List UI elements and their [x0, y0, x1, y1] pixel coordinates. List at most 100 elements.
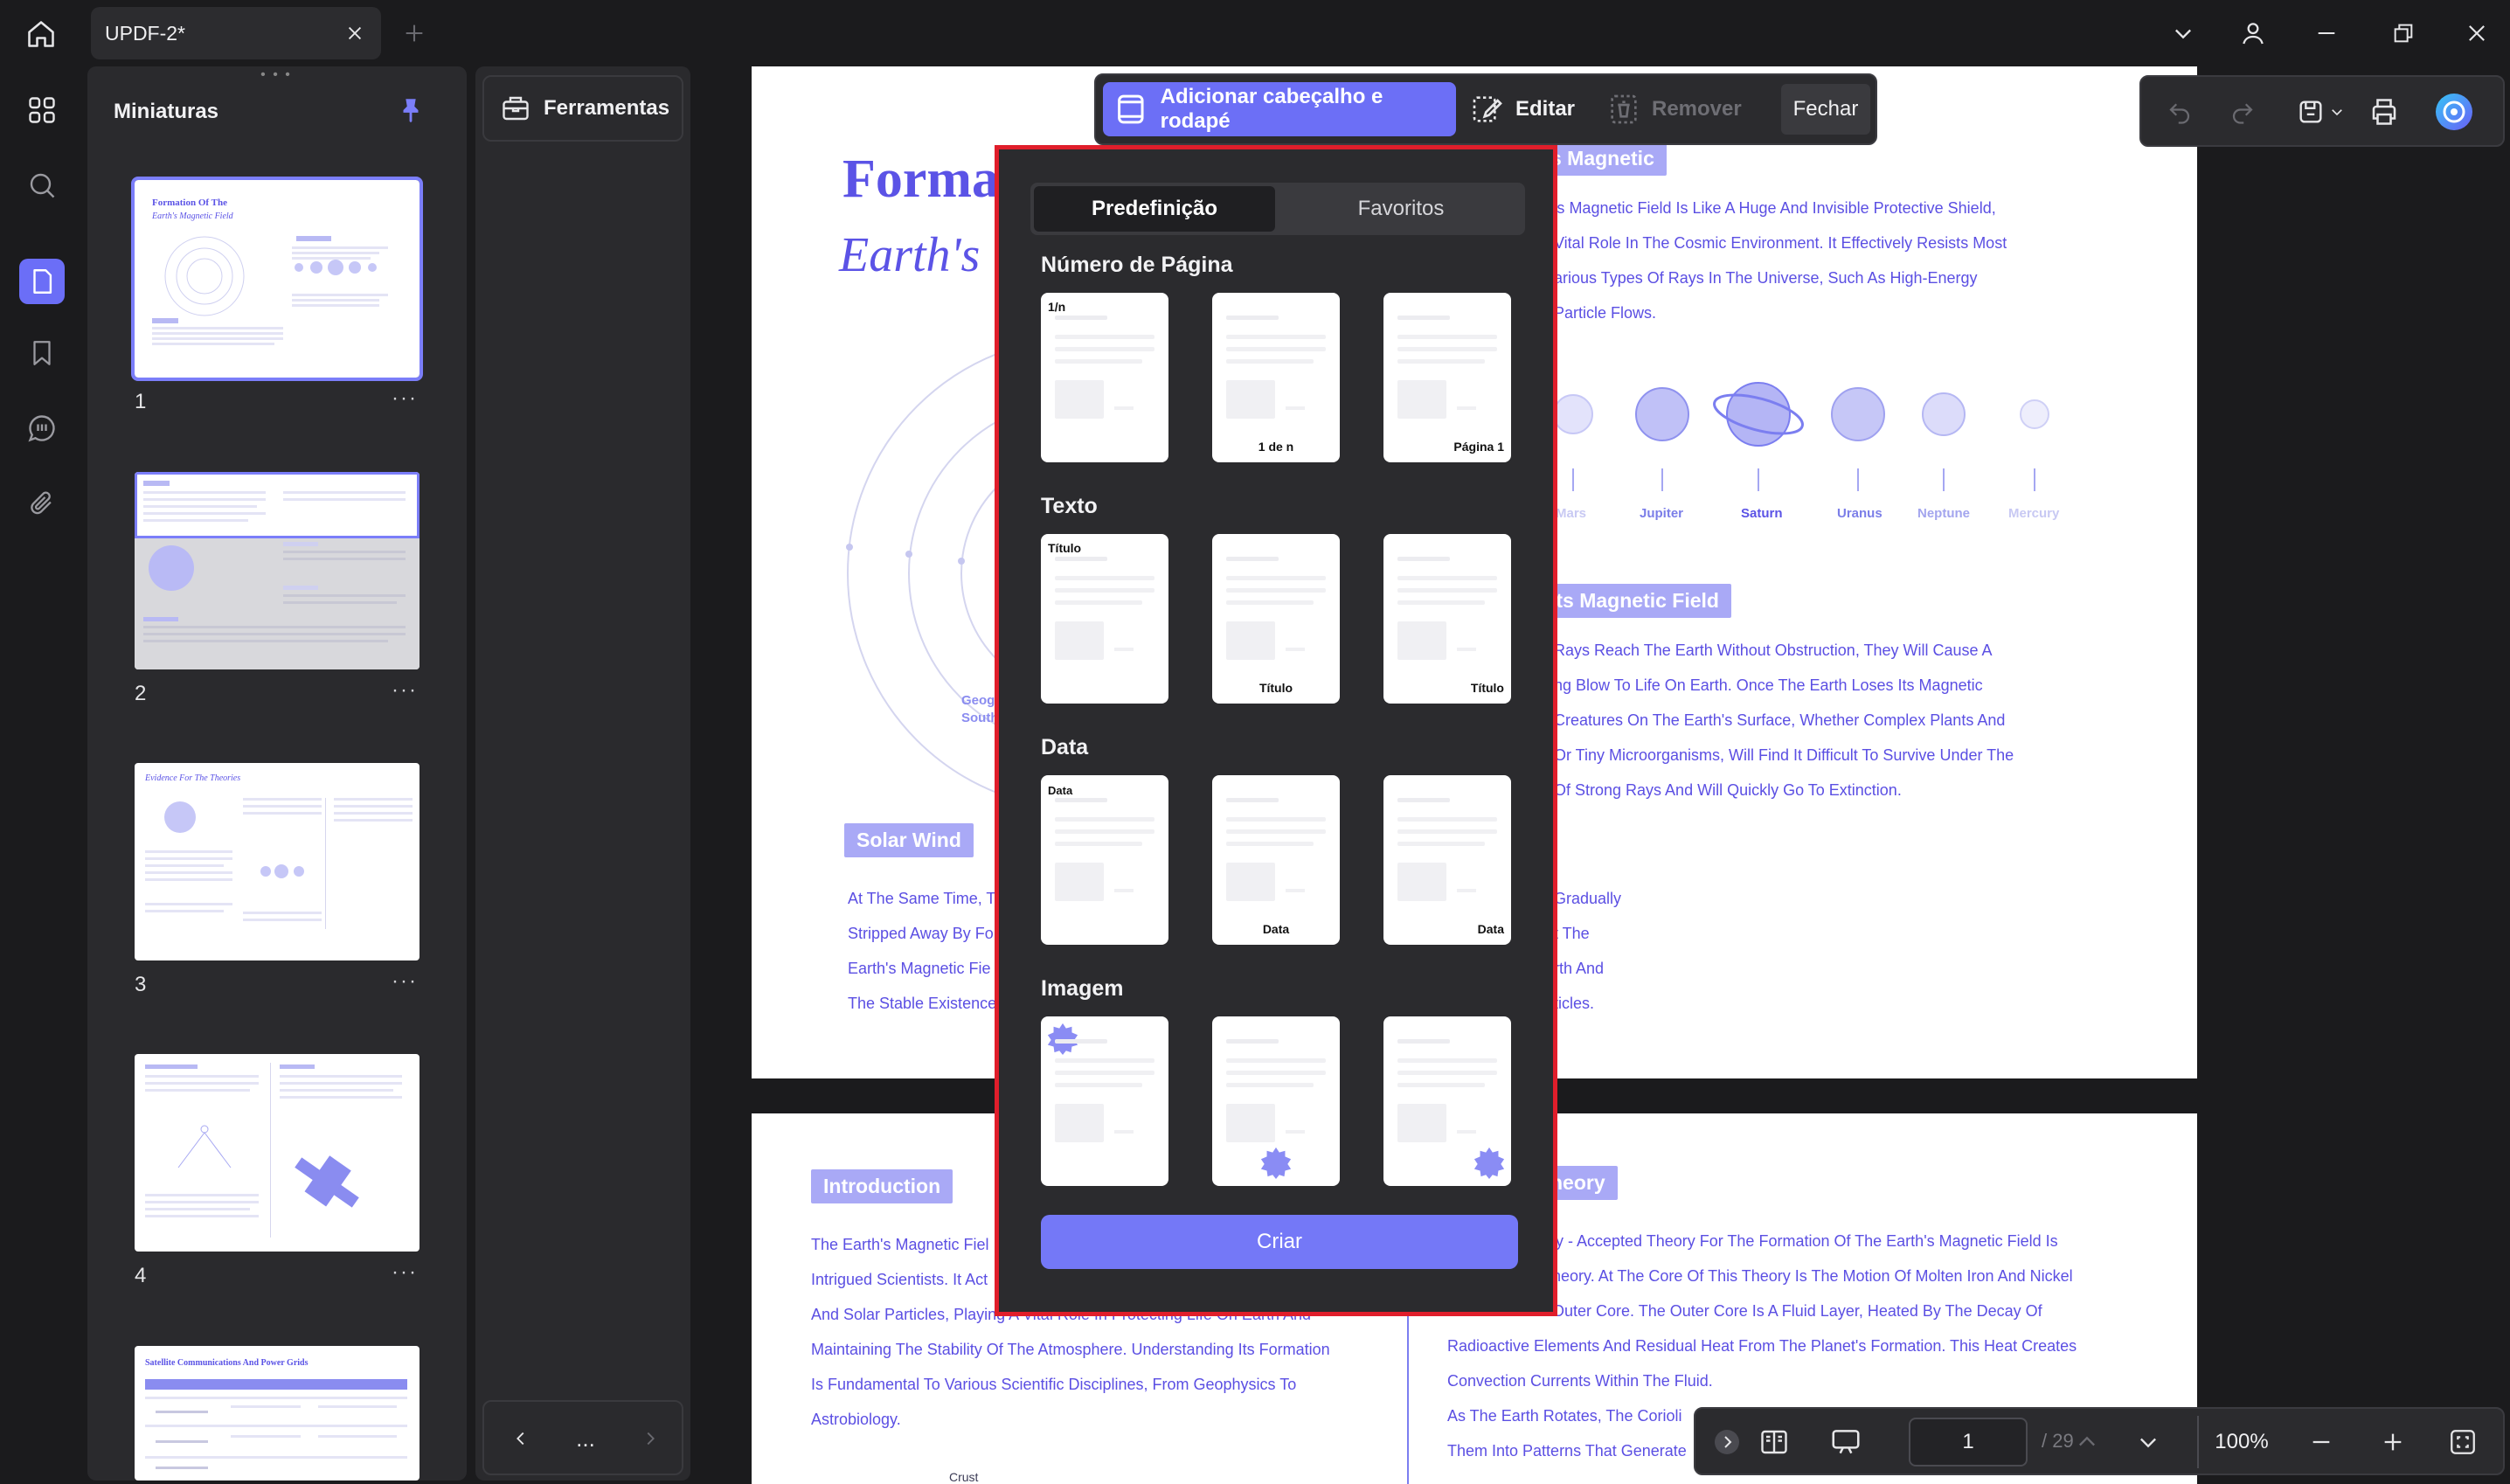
close-button[interactable]: Fechar [1781, 84, 1870, 135]
thumb-illustration [143, 481, 406, 642]
tabs-dropdown-button[interactable] [2164, 16, 2202, 51]
preset-card-date-bottom-center[interactable]: Data [1212, 775, 1340, 945]
rail-bookmarks[interactable] [19, 330, 65, 376]
next-page-button[interactable] [2129, 1423, 2167, 1461]
thumb-more-button[interactable]: ··· [392, 678, 418, 703]
presentation-button[interactable] [1827, 1423, 1865, 1461]
rail-apps[interactable] [19, 87, 65, 133]
mock-line [1286, 406, 1305, 410]
preset-card-date-top-left[interactable]: Data [1041, 775, 1168, 945]
preset-card-page-number-top-left[interactable]: 1/n [1041, 293, 1168, 462]
zoom-level[interactable]: 100% [2197, 1416, 2285, 1468]
image-badge-icon [1047, 1023, 1078, 1055]
mock-line [1055, 576, 1154, 580]
mock-line [1457, 889, 1476, 892]
body-line: Vital Role In The Cosmic Environment. It… [1554, 234, 2007, 252]
rail-comments[interactable] [19, 406, 65, 451]
mock-line [1397, 1039, 1450, 1044]
mock-line [1055, 600, 1142, 605]
mock-line [1397, 817, 1497, 822]
tab-preset[interactable]: Predefinição [1034, 186, 1275, 232]
thumbnail-page-1[interactable]: Formation Of The Earth's Magnetic Field [131, 177, 423, 381]
ai-assistant-button[interactable] [2435, 93, 2473, 131]
remove-label: Remover [1652, 97, 1742, 121]
mock-line [1226, 588, 1326, 593]
fit-page-button[interactable] [2444, 1423, 2482, 1461]
tools-more-button[interactable]: ... [568, 1421, 603, 1456]
mock-image [1226, 380, 1275, 419]
preset-card-text-top-left[interactable]: Título [1041, 534, 1168, 704]
add-header-footer-button[interactable]: Adicionar cabeçalho e rodapé [1103, 82, 1456, 136]
page-title-line2: Earth's [839, 228, 981, 282]
new-tab-button[interactable] [399, 17, 430, 49]
mock-line [1055, 1058, 1154, 1063]
rail-attachments[interactable] [19, 481, 65, 526]
pin-icon [403, 99, 419, 123]
preset-card-image-top-left[interactable] [1041, 1016, 1168, 1186]
panel-title: Miniaturas [114, 100, 219, 123]
save-button[interactable] [2292, 93, 2330, 131]
zoom-out-button[interactable] [2302, 1423, 2340, 1461]
undo-button[interactable] [2160, 93, 2199, 131]
redo-button[interactable] [2223, 93, 2262, 131]
thumb-page-number: 2 [135, 682, 147, 705]
mock-image [1397, 863, 1446, 901]
expand-status-button[interactable] [1708, 1423, 1746, 1461]
close-window-button[interactable] [2458, 16, 2496, 51]
tools-prev-button[interactable] [503, 1421, 538, 1456]
print-button[interactable] [2365, 93, 2403, 131]
previous-page-button[interactable] [2068, 1423, 2106, 1461]
minimize-button[interactable] [2307, 16, 2346, 51]
home-button[interactable] [19, 12, 63, 56]
rail-search[interactable] [19, 163, 65, 208]
restore-button[interactable] [2384, 16, 2423, 51]
edit-label: Editar [1515, 97, 1576, 121]
tab-favorites[interactable]: Favoritos [1280, 186, 1522, 232]
tools-next-button[interactable] [633, 1421, 668, 1456]
tab-title: UPDF-2* [105, 22, 186, 45]
body-line: Creatures On The Earth's Surface, Whethe… [1554, 711, 2006, 729]
document-viewport[interactable]: Forma Earth's Geog South Solar Wind At T… [699, 66, 2510, 1484]
mock-line [1226, 842, 1314, 846]
right-toolbar [2139, 75, 2505, 147]
edit-button[interactable]: Editar [1470, 82, 1601, 136]
body-line: Radioactive Elements And Residual Heat F… [1447, 1337, 2077, 1355]
tab-close-button[interactable] [341, 19, 369, 47]
rail-thumbnails[interactable] [19, 259, 65, 304]
thumbnail-page-5[interactable]: Satellite Communications And Power Grids [135, 1346, 419, 1481]
zoom-in-button[interactable] [2374, 1423, 2412, 1461]
thumbnail-page-4[interactable] [135, 1054, 419, 1252]
thumb-more-button[interactable]: ··· [392, 969, 418, 994]
body-line: Them Into Patterns That Generate [1447, 1442, 1687, 1460]
panel-resize-grip[interactable]: • • • [259, 68, 294, 82]
preset-card-page-number-bottom-center[interactable]: 1 de n [1212, 293, 1340, 462]
thumbnail-page-2[interactable] [135, 472, 419, 669]
document-tab[interactable]: UPDF-2* [91, 7, 381, 59]
header-footer-preset-panel: Predefinição Favoritos Número de Página … [995, 145, 1557, 1316]
pin-panel-button[interactable] [393, 93, 428, 128]
preset-card-text-bottom-right[interactable]: Título [1383, 534, 1511, 704]
page-icon [33, 269, 52, 294]
preset-card-date-bottom-right[interactable]: Data [1383, 775, 1511, 945]
account-button[interactable] [2234, 16, 2272, 51]
thumb-more-button[interactable]: ··· [392, 386, 418, 411]
thumb-illustration [145, 1379, 407, 1469]
save-options-button[interactable] [2326, 93, 2347, 131]
remove-button[interactable]: Remover [1606, 82, 1781, 136]
preset-card-text-bottom-center[interactable]: Título [1212, 534, 1340, 704]
page-number-input[interactable]: 1 [1909, 1418, 2028, 1467]
mock-image [1226, 863, 1275, 901]
preset-card-image-bottom-center[interactable] [1212, 1016, 1340, 1186]
page-status-bar: 1 / 29 100% [1694, 1407, 2505, 1475]
preset-card-page-number-bottom-right[interactable]: Página 1 [1383, 293, 1511, 462]
thumbnail-page-3[interactable]: Evidence For The Theories [135, 763, 419, 960]
preset-label: Data [1262, 922, 1290, 936]
create-button[interactable]: Criar [1041, 1215, 1518, 1269]
tools-button[interactable]: Ferramentas [482, 75, 683, 142]
restore-icon [2394, 24, 2413, 43]
mock-line [1397, 557, 1450, 561]
thumb-more-button[interactable]: ··· [392, 1260, 418, 1285]
body-line: As The Earth Rotates, The Corioli [1447, 1407, 1682, 1425]
preset-card-image-bottom-right[interactable] [1383, 1016, 1511, 1186]
page-layout-button[interactable] [1755, 1423, 1793, 1461]
